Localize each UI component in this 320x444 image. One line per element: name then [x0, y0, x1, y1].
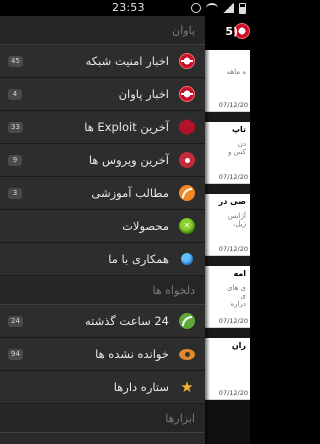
- tile-date: 07/12/20: [218, 389, 248, 397]
- count-badge: 45: [8, 56, 23, 67]
- tile-title: صی در: [218, 197, 246, 206]
- signal-icon: [223, 3, 234, 13]
- header-count: (5: [225, 25, 238, 38]
- drawer-shadow: [205, 16, 210, 444]
- count-badge: 3: [8, 188, 22, 199]
- tile-divider: [205, 328, 250, 338]
- rss-icon: [179, 185, 195, 201]
- count-badge: 24: [8, 316, 23, 327]
- count-badge: 94: [8, 349, 23, 360]
- drawer-item-tutorials[interactable]: مطالب آموزشی 3: [0, 177, 205, 210]
- tile-date: 07/12/20: [218, 317, 248, 325]
- drawer-item-starred[interactable]: ★ ستاره دارها: [0, 371, 205, 404]
- section-header-paavan: پاوان: [0, 16, 205, 45]
- tile-date: 07/12/20: [218, 245, 248, 253]
- drawer-item-latest-viruses[interactable]: آخرین ویروس ها 9: [0, 144, 205, 177]
- drawer-item-products[interactable]: محصولات: [0, 210, 205, 243]
- news-tile[interactable]: ران 07/12/20: [205, 338, 250, 400]
- count-badge: 9: [8, 155, 22, 166]
- navigation-drawer: پاوان اخبار امنیت شبکه 45 اخبار پاوان 4 …: [0, 16, 205, 444]
- virus-icon: [179, 152, 195, 168]
- drawer-item-label: محصولات: [122, 219, 169, 233]
- rss-green-icon: [179, 313, 195, 329]
- drawer-item-label: 24 ساعت گذشته: [84, 314, 169, 328]
- drawer-item-label: همکاری با ما: [108, 252, 169, 266]
- drawer-item-label: اخبار پاوان: [118, 87, 169, 101]
- tile-text: آژانس زیل،: [227, 212, 246, 228]
- tile-title: تاپ: [231, 125, 246, 134]
- alarm-icon: [191, 3, 201, 13]
- wifi-icon: [206, 3, 218, 13]
- tile-text: ه ماهه: [226, 68, 246, 76]
- drawer-item-paavan-news[interactable]: اخبار پاوان 4: [0, 78, 205, 111]
- tile-date: 07/12/20: [218, 173, 248, 181]
- drawer-item-unread[interactable]: خوانده نشده ها 94: [0, 338, 205, 371]
- status-bar: 23:53: [0, 0, 250, 16]
- tile-text: دن کس و: [228, 140, 246, 156]
- tile-title: ران: [231, 341, 246, 350]
- tile-text: ی های ی دراره: [226, 284, 246, 308]
- drawer-item-label: ستاره دارها: [113, 380, 169, 394]
- tile-divider: [205, 256, 250, 266]
- tile-date: 07/12/20: [218, 101, 248, 109]
- star-icon: ★: [180, 378, 194, 396]
- paavan-logo-icon: [179, 86, 195, 102]
- news-tile[interactable]: صی در آژانس زیل، 07/12/20: [205, 194, 250, 256]
- drawer-item-label: خوانده نشده ها: [95, 347, 169, 361]
- drawer-item-latest-exploits[interactable]: آخرین Exploit ها 33: [0, 111, 205, 144]
- paavan-logo-icon: [179, 53, 195, 69]
- globe-icon: [181, 253, 193, 265]
- drawer-item-label: آخرین ویروس ها: [88, 153, 169, 167]
- drawer-item-label: مطالب آموزشی: [91, 186, 169, 200]
- drawer-item-network-security-news[interactable]: اخبار امنیت شبکه 45: [0, 45, 205, 78]
- status-time: 23:53: [112, 1, 145, 14]
- news-tile[interactable]: تاپ دن کس و 07/12/20: [205, 122, 250, 184]
- content-header: (5: [205, 16, 250, 50]
- tile-divider: [205, 112, 250, 122]
- drawer-item-label: آخرین Exploit ها: [84, 120, 169, 134]
- shield-icon: [179, 119, 195, 135]
- status-icons: [191, 2, 246, 14]
- news-tile[interactable]: ه ماهه 07/12/20: [205, 50, 250, 112]
- product-icon: [179, 218, 195, 234]
- drawer-item-label: اخبار امنیت شبکه: [85, 54, 169, 68]
- count-badge: 4: [8, 89, 22, 100]
- count-badge: 33: [8, 122, 23, 133]
- drawer-item-last-24-hours[interactable]: 24 ساعت گذشته 24: [0, 305, 205, 338]
- tile-title: امه: [233, 269, 246, 278]
- main-content-peek: (5 ه ماهه 07/12/20 تاپ دن کس و 07/12/20 …: [205, 16, 250, 444]
- eye-icon: [179, 349, 195, 360]
- tile-divider: [205, 184, 250, 194]
- section-header-favorites: دلخواه ها: [0, 276, 205, 305]
- section-header-tools: ابزارها: [0, 404, 205, 433]
- battery-icon: [239, 2, 246, 14]
- drawer-item-cooperate[interactable]: همکاری با ما: [0, 243, 205, 276]
- news-tile[interactable]: امه ی های ی دراره 07/12/20: [205, 266, 250, 328]
